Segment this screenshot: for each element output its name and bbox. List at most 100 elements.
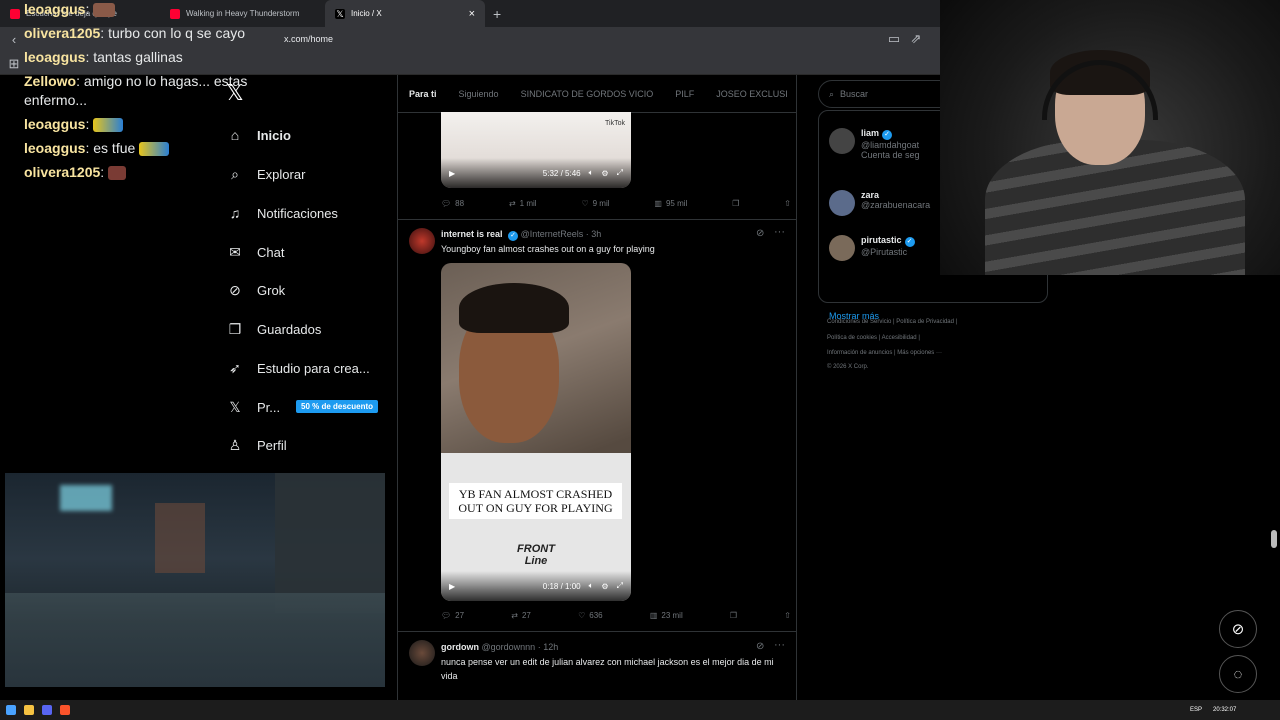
tab-para-ti[interactable]: Para ti bbox=[398, 89, 448, 99]
bookmark-post-button[interactable]: ❐ bbox=[732, 199, 739, 208]
address-bar[interactable]: x.com/home bbox=[284, 34, 333, 44]
discord-icon[interactable] bbox=[42, 705, 52, 715]
nav-item-estudio[interactable]: ➶ Estudio para crea... bbox=[226, 360, 370, 377]
apps-grid-icon[interactable]: ⊞ bbox=[4, 56, 24, 72]
nav-label: Inicio bbox=[257, 127, 291, 143]
footer-link[interactable]: Política de Privacidad bbox=[896, 319, 954, 325]
more-options-icon[interactable]: ··· bbox=[774, 226, 785, 238]
building-right bbox=[275, 473, 385, 613]
follow-suggestion[interactable]: pirutastic ✓ @Pirutastic bbox=[829, 235, 915, 261]
grok-icon[interactable]: ⊘ bbox=[756, 228, 764, 239]
nav-item-inicio[interactable]: ⌂ Inicio bbox=[226, 127, 291, 143]
repost-button[interactable]: ⇄ 1 mil bbox=[509, 199, 537, 208]
repost-button[interactable]: ⇄ 27 bbox=[511, 611, 531, 620]
play-icon[interactable]: ▶ bbox=[449, 169, 455, 178]
footer-link[interactable]: Condiciones de Servicio bbox=[827, 319, 891, 325]
page-scrollbar[interactable] bbox=[1271, 530, 1277, 548]
settings-icon[interactable]: ⚙ bbox=[601, 582, 608, 591]
reply-count: 27 bbox=[455, 611, 465, 620]
settings-icon[interactable]: ⚙ bbox=[601, 169, 608, 178]
footer-link[interactable]: Accesibilidad bbox=[882, 335, 917, 341]
avatar[interactable] bbox=[409, 640, 435, 666]
post-video[interactable]: YB FAN ALMOST CRASHED OUT ON GUY FOR PLA… bbox=[441, 263, 631, 601]
play-icon[interactable]: ▶ bbox=[449, 582, 455, 591]
nav-item-premium[interactable]: 𝕏 Pr... bbox=[226, 399, 280, 416]
footer-sep: | bbox=[893, 319, 895, 325]
follow-suggestion[interactable]: liam ✓ @liamdahgoat Cuenta de seg bbox=[829, 128, 920, 160]
back-arrow-icon[interactable]: ‹ bbox=[4, 32, 24, 47]
footer-sep: | bbox=[955, 319, 958, 325]
video-controls: ▶ 0:18 / 1:00 🔈︎ ⚙ ⤢ bbox=[441, 571, 631, 601]
views-button[interactable]: ▥ 23 mil bbox=[650, 611, 683, 620]
grok-fab-button[interactable]: ⊘ bbox=[1219, 610, 1257, 648]
chat-username: leoaggus bbox=[24, 1, 86, 17]
share-post-button[interactable]: ⇧ bbox=[784, 611, 791, 620]
follow-suggestion[interactable]: zara @zarabuenacara bbox=[829, 190, 930, 216]
nav-item-notificaciones[interactable]: ♫ Notificaciones bbox=[226, 205, 338, 221]
author-handle[interactable]: @InternetReels bbox=[521, 229, 584, 239]
bookmark-post-button[interactable]: ❐ bbox=[730, 611, 737, 620]
nav-item-grok[interactable]: ⊘ Grok bbox=[226, 282, 285, 299]
tab-joseo[interactable]: JOSEO EXCLUSI bbox=[705, 89, 796, 99]
brave-icon[interactable] bbox=[60, 705, 70, 715]
share-icon[interactable]: ⇗ bbox=[906, 31, 926, 47]
language-indicator[interactable]: ESP bbox=[1190, 707, 1202, 713]
footer-link[interactable]: Política de cookies bbox=[827, 335, 877, 341]
grok-icon[interactable]: ⊘ bbox=[756, 641, 764, 652]
windows-start-icon[interactable] bbox=[6, 705, 16, 715]
verified-badge-icon: ✓ bbox=[508, 231, 519, 241]
post-actions: 💬︎ 27 ⇄ 27 ♡ 636 ▥ 23 mil ❐ ⇧ bbox=[441, 611, 791, 620]
browser-tab-active[interactable]: 𝕏 Inicio / X × bbox=[325, 0, 485, 27]
rainy-street-video bbox=[5, 473, 385, 687]
more-options-icon[interactable]: ··· bbox=[774, 639, 785, 651]
file-explorer-icon[interactable] bbox=[24, 705, 34, 715]
nav-item-explorar[interactable]: ⌕ Explorar bbox=[226, 166, 305, 183]
divider bbox=[398, 219, 796, 220]
suggestion-name: pirutastic bbox=[861, 235, 902, 245]
footer-link[interactable]: Información de anuncios bbox=[827, 350, 892, 356]
cast-icon[interactable]: ▭ bbox=[884, 31, 904, 47]
volume-icon[interactable]: 🔈︎ bbox=[589, 581, 594, 591]
views-icon: ▥ bbox=[649, 611, 658, 620]
nav-label: Pr... bbox=[257, 400, 281, 415]
share-post-button[interactable]: ⇧ bbox=[784, 199, 791, 208]
fullscreen-icon[interactable]: ⤢ bbox=[617, 168, 623, 178]
suggestion-handle: @liamdahgoat bbox=[861, 140, 920, 150]
reply-button[interactable]: 💬︎ 27 bbox=[441, 611, 464, 620]
divider bbox=[398, 631, 796, 632]
chat-username: leoaggus bbox=[24, 116, 86, 132]
fullscreen-icon[interactable]: ⤢ bbox=[617, 581, 623, 591]
nav-item-guardados[interactable]: ❐ Guardados bbox=[226, 321, 322, 338]
tab-pilf[interactable]: PILF bbox=[664, 89, 705, 99]
like-button[interactable]: ♡ 636 bbox=[578, 611, 603, 620]
chat-message: olivera1205: turbo con lo q se cayo bbox=[24, 25, 246, 41]
chat-username: leoaggus bbox=[24, 140, 86, 156]
author-handle[interactable]: @gordownnn bbox=[482, 642, 536, 652]
post-video[interactable]: TikTok ▶ 5:32 / 5:46 🔈︎ ⚙ ⤢ bbox=[441, 112, 631, 188]
close-tab-icon[interactable]: × bbox=[469, 8, 475, 20]
avatar bbox=[829, 128, 855, 154]
nav-item-chat[interactable]: ✉ Chat bbox=[226, 244, 284, 261]
emote-icon bbox=[93, 3, 116, 18]
footer-sep: | bbox=[878, 335, 881, 341]
chat-message: leoaggus: tantas gallinas bbox=[24, 49, 183, 65]
suggestion-name: liam bbox=[861, 128, 880, 138]
tab-siguiendo[interactable]: Siguiendo bbox=[448, 89, 510, 99]
search-icon: ⌕ bbox=[231, 166, 239, 182]
avatar[interactable] bbox=[409, 228, 435, 254]
x-logo-icon[interactable]: 𝕏 bbox=[226, 80, 244, 106]
x-favicon-icon: 𝕏 bbox=[335, 8, 345, 19]
footer-link[interactable]: Más opciones ··· bbox=[897, 350, 942, 356]
new-tab-button[interactable]: + bbox=[485, 6, 509, 22]
like-button[interactable]: ♡ 9 mil bbox=[581, 199, 609, 208]
volume-icon[interactable]: 🔈︎ bbox=[589, 168, 594, 178]
avatar bbox=[829, 190, 855, 216]
tab-sindicato[interactable]: SINDICATO DE GORDOS VICIO bbox=[510, 89, 665, 99]
author-name[interactable]: gordown bbox=[441, 642, 479, 652]
author-name[interactable]: internet is real bbox=[441, 229, 503, 239]
chat-fab-button[interactable]: ◌ bbox=[1219, 655, 1257, 693]
clock[interactable]: 20:32:07 bbox=[1213, 707, 1236, 713]
nav-item-perfil[interactable]: ♙ Perfil bbox=[226, 437, 287, 454]
views-button[interactable]: ▥ 95 mil bbox=[654, 199, 687, 208]
reply-button[interactable]: 💬︎ 88 bbox=[441, 199, 464, 208]
